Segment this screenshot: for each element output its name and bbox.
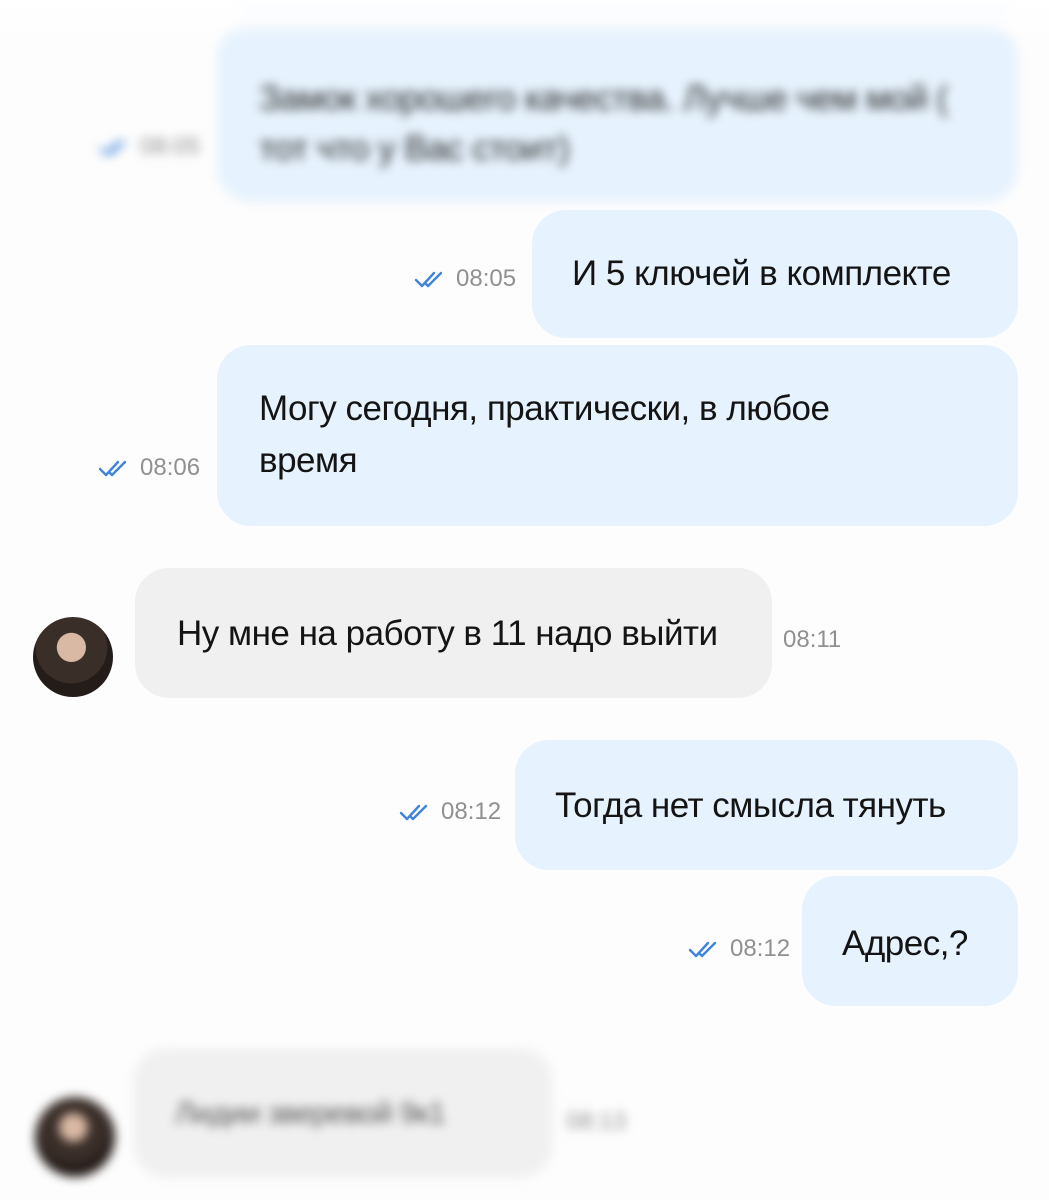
double-check-icon	[688, 940, 722, 958]
message-meta: 08:11	[783, 626, 841, 654]
message-bubble-outgoing[interactable]: И 5 ключей в комплекте	[532, 210, 1018, 338]
message-time: 08:13	[566, 1108, 627, 1135]
message-time: 08:12	[441, 798, 502, 825]
message-time: 08:05	[456, 265, 517, 292]
double-check-icon	[98, 459, 132, 477]
message-meta: 08:12	[399, 798, 501, 826]
contact-avatar[interactable]	[35, 1097, 115, 1177]
message-text: Ну мне на работу в 11 надо выйти	[177, 614, 718, 653]
message-text: Замок хорошего качества. Лучше чем мой (…	[259, 79, 958, 168]
double-check-icon	[399, 803, 433, 821]
message-text: Адрес,?	[842, 924, 968, 963]
message-meta: 08:13	[566, 1108, 626, 1136]
message-meta: 08:12	[688, 935, 790, 963]
message-text: И 5 ключей в комплекте	[572, 254, 951, 293]
message-meta: 08:06	[98, 454, 200, 482]
top-fade	[0, 0, 1049, 40]
double-check-icon	[414, 270, 448, 288]
contact-avatar[interactable]	[33, 617, 113, 697]
message-time: 08:11	[783, 626, 842, 653]
message-meta: 08:05	[414, 265, 516, 293]
double-check-icon	[98, 138, 132, 156]
message-bubble-outgoing[interactable]: Адрес,?	[802, 876, 1018, 1006]
message-time: 08:12	[730, 935, 791, 962]
message-bubble-incoming[interactable]: Лидии зверевой 9к1	[133, 1048, 553, 1178]
message-bubble-outgoing[interactable]: Могу сегодня, практически, в любое время	[217, 345, 1018, 526]
message-bubble-outgoing[interactable]: Тогда нет смысла тянуть	[515, 740, 1018, 870]
message-text: Могу сегодня, практически, в любое время	[259, 389, 839, 480]
message-time: 08:06	[140, 454, 201, 481]
message-bubble-incoming[interactable]: Ну мне на работу в 11 надо выйти	[135, 568, 772, 698]
message-time: 08:05	[140, 133, 201, 160]
message-text: Тогда нет смысла тянуть	[555, 786, 946, 825]
message-bubble-outgoing[interactable]: Замок хорошего качества. Лучше чем мой (…	[217, 24, 1018, 202]
message-text: Лидии зверевой 9к1	[175, 1097, 446, 1130]
message-meta: 08:05	[98, 133, 200, 161]
